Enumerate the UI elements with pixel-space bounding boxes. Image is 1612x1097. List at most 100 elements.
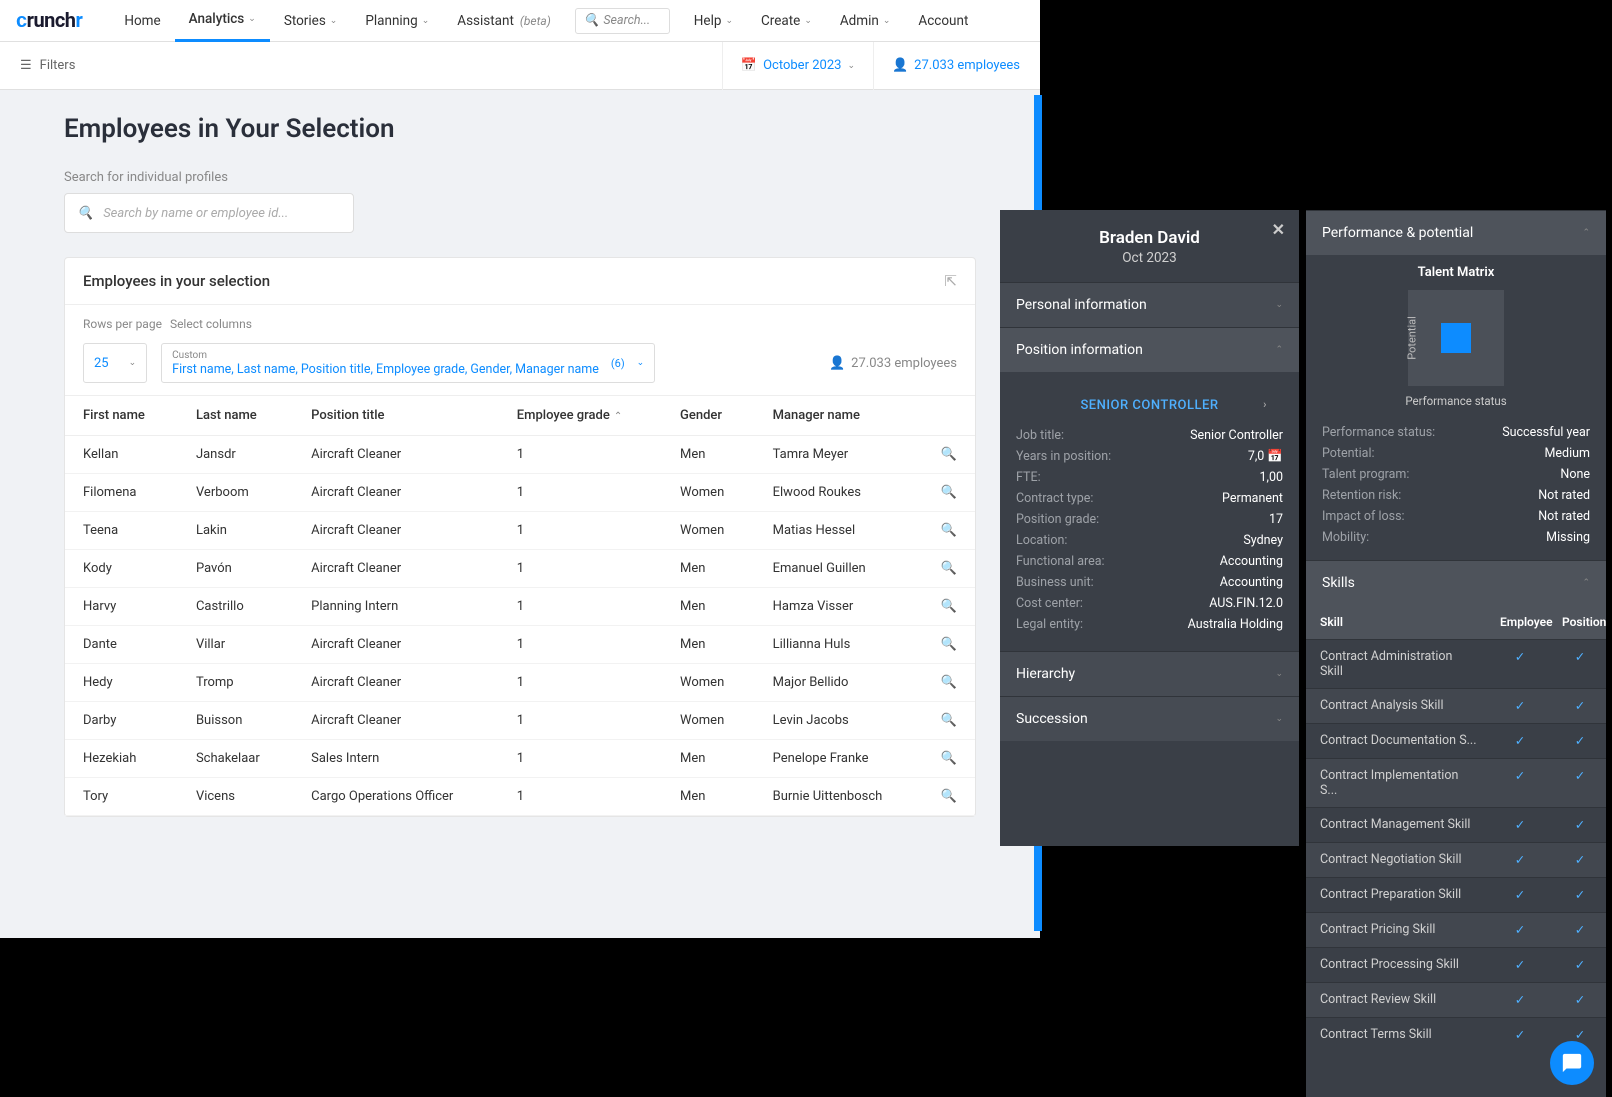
calendar-icon: 📅 <box>741 58 757 73</box>
employee-count[interactable]: 👤27.033 employees <box>874 58 1020 73</box>
chevron-up-icon: ⌃ <box>1275 345 1283 355</box>
section-personal[interactable]: Personal information⌄ <box>1000 282 1299 327</box>
kv-row: Retention risk:Not rated <box>1322 485 1590 506</box>
kv-row: Impact of loss:Not rated <box>1322 506 1590 527</box>
sub-bar: ☰Filters 📅October 2023⌄ 👤27.033 employee… <box>0 42 1040 90</box>
col-header[interactable]: First name <box>65 396 178 436</box>
kv-row: Job title:Senior Controller <box>1016 425 1283 446</box>
check-icon: ✓ <box>1486 724 1548 758</box>
section-position[interactable]: Position information⌃ <box>1000 327 1299 372</box>
chevron-down-icon: ⌄ <box>1275 714 1283 724</box>
kv-row: Cost center:AUS.FIN.12.0 <box>1016 593 1283 614</box>
position-title-link[interactable]: SENIOR CONTROLLER› <box>1016 384 1283 425</box>
chevron-down-icon: ⌄ <box>637 358 645 368</box>
section-performance[interactable]: Performance & potential⌃ <box>1306 210 1606 255</box>
global-search[interactable]: 🔍Search... <box>575 8 670 34</box>
check-icon: ✓ <box>1486 913 1548 947</box>
chevron-up-icon: ⌃ <box>1582 228 1590 238</box>
check-icon: ✓ <box>1486 948 1548 982</box>
profile-name: Braden David ✕ <box>1000 210 1299 250</box>
export-icon[interactable]: ⇱ <box>944 272 957 290</box>
filter-icon: ☰ <box>20 58 32 73</box>
kv-row: Contract type:Permanent <box>1016 488 1283 509</box>
col-header[interactable]: Position title <box>293 396 499 436</box>
check-icon: ✓ <box>1486 1018 1548 1052</box>
search-icon[interactable]: 🔍 <box>923 588 975 626</box>
table-row[interactable]: DarbyBuissonAircraft Cleaner1WomenLevin … <box>65 702 975 740</box>
chat-button[interactable] <box>1550 1041 1594 1085</box>
section-hierarchy[interactable]: Hierarchy⌄ <box>1000 651 1299 696</box>
search-icon[interactable]: 🔍 <box>923 626 975 664</box>
table-row[interactable]: HarvyCastrilloPlanning Intern1MenHamza V… <box>65 588 975 626</box>
nav-admin[interactable]: Admin⌄ <box>826 0 905 42</box>
search-icon: 🔍 <box>584 13 600 28</box>
table-row[interactable]: HedyTrompAircraft Cleaner1WomenMajor Bel… <box>65 664 975 702</box>
matrix-title: Talent Matrix <box>1306 255 1606 286</box>
check-icon: ✓ <box>1548 689 1606 723</box>
search-icon[interactable]: 🔍 <box>923 664 975 702</box>
search-icon[interactable]: 🔍 <box>923 512 975 550</box>
nav-analytics[interactable]: Analytics⌄ <box>175 0 270 42</box>
chevron-right-icon[interactable]: › <box>1263 398 1267 411</box>
col-header[interactable]: Gender <box>662 396 755 436</box>
kv-row: Years in position:7,0 📅 <box>1016 446 1283 467</box>
table-row[interactable]: KodyPavónAircraft Cleaner1MenEmanuel Gui… <box>65 550 975 588</box>
check-icon: ✓ <box>1548 759 1606 807</box>
kv-row: Business unit:Accounting <box>1016 572 1283 593</box>
table-row[interactable]: KellanJansdrAircraft Cleaner1MenTamra Me… <box>65 436 975 474</box>
col-header[interactable]: Employee grade⌃ <box>499 396 662 436</box>
check-icon: ✓ <box>1548 724 1606 758</box>
check-icon: ✓ <box>1548 843 1606 877</box>
chevron-down-icon: ⌄ <box>248 14 256 24</box>
kv-row: Talent program:None <box>1322 464 1590 485</box>
nav-home[interactable]: Home <box>110 0 174 42</box>
nav-account[interactable]: Account <box>904 0 982 42</box>
skill-row: Contract Analysis Skill✓✓ <box>1306 688 1606 723</box>
search-icon[interactable]: 🔍 <box>923 702 975 740</box>
search-icon[interactable]: 🔍 <box>923 550 975 588</box>
nav-assistant[interactable]: Assistant(beta) <box>443 0 565 42</box>
kv-row: Legal entity:Australia Holding <box>1016 614 1283 635</box>
chevron-down-icon: ⌄ <box>1275 669 1283 679</box>
profile-search-input[interactable]: 🔍Search by name or employee id... <box>64 193 354 233</box>
chevron-down-icon: ⌄ <box>129 358 137 368</box>
search-icon[interactable]: 🔍 <box>923 436 975 474</box>
search-icon[interactable]: 🔍 <box>923 778 975 816</box>
chevron-down-icon: ⌄ <box>804 16 812 26</box>
card-header: Employees in your selection ⇱ <box>65 258 975 305</box>
employees-card: Employees in your selection ⇱ Rows per p… <box>64 257 976 817</box>
check-icon: ✓ <box>1548 878 1606 912</box>
check-icon: ✓ <box>1548 808 1606 842</box>
nav-planning[interactable]: Planning⌄ <box>351 0 443 42</box>
chevron-up-icon: ⌃ <box>1582 578 1590 588</box>
table-row[interactable]: HezekiahSchakelaarSales Intern1MenPenelo… <box>65 740 975 778</box>
nav-stories[interactable]: Stories⌄ <box>270 0 352 42</box>
nav-help[interactable]: Help⌄ <box>680 0 747 42</box>
filters-button[interactable]: ☰Filters <box>20 58 75 73</box>
table-row[interactable]: ToryVicensCargo Operations Officer1MenBu… <box>65 778 975 816</box>
nav-create[interactable]: Create⌄ <box>747 0 826 42</box>
rows-per-page-select[interactable]: 25⌄ <box>83 343 147 383</box>
table-row[interactable]: TeenaLakinAircraft Cleaner1WomenMatias H… <box>65 512 975 550</box>
skill-row: Contract Processing Skill✓✓ <box>1306 947 1606 982</box>
performance-panel: Performance & potential⌃ Talent Matrix P… <box>1306 210 1606 1097</box>
table-row[interactable]: DanteVillarAircraft Cleaner1MenLillianna… <box>65 626 975 664</box>
kv-row: Location:Sydney <box>1016 530 1283 551</box>
search-icon[interactable]: 🔍 <box>923 474 975 512</box>
kv-row: Performance status:Successful year <box>1322 422 1590 443</box>
kv-row: Mobility:Missing <box>1322 527 1590 548</box>
kv-row: Potential:Medium <box>1322 443 1590 464</box>
section-skills[interactable]: Skills⌃ <box>1306 560 1606 605</box>
table-row[interactable]: FilomenaVerboomAircraft Cleaner1WomenElw… <box>65 474 975 512</box>
check-icon: ✓ <box>1548 948 1606 982</box>
col-header[interactable]: Last name <box>178 396 293 436</box>
close-icon[interactable]: ✕ <box>1272 220 1285 239</box>
columns-select[interactable]: Custom First name, Last name, Position t… <box>161 343 655 383</box>
search-icon: 🔍 <box>77 206 93 221</box>
cols-label: Select columns <box>170 317 252 331</box>
col-header[interactable]: Manager name <box>755 396 923 436</box>
check-icon: ✓ <box>1548 640 1606 688</box>
section-succession[interactable]: Succession⌄ <box>1000 696 1299 741</box>
date-selector[interactable]: 📅October 2023⌄ <box>722 42 874 90</box>
search-icon[interactable]: 🔍 <box>923 740 975 778</box>
